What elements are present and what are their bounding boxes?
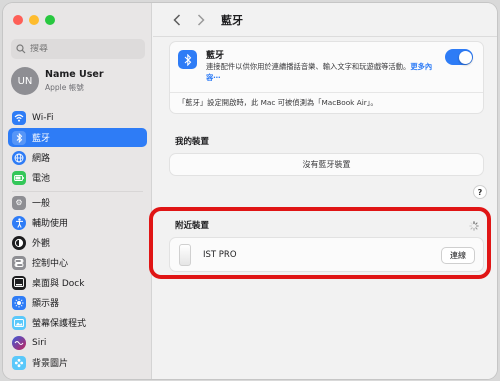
sidebar-item-label: 外觀 — [32, 239, 51, 249]
sidebar-item-control-center[interactable]: 控制中心 — [8, 253, 147, 272]
sidebar-item-battery[interactable]: 電池 — [8, 168, 147, 187]
sidebar-item-label: 背景圖片 — [32, 359, 69, 369]
sidebar-item-general[interactable]: ⚙ 一般 — [8, 193, 147, 212]
my-devices-card: 沒有藍牙裝置 — [169, 153, 484, 176]
zoom-window-button[interactable] — [45, 15, 55, 25]
bluetooth-description: 連接配件以供你用於連續播話音樂、輸入文字和玩遊戲等活動。更多內容⋯ — [206, 61, 446, 83]
my-devices-label: 我的裝置 — [175, 137, 210, 147]
dock-icon — [12, 275, 26, 290]
control-center-icon — [12, 255, 26, 270]
bluetooth-card: 藍牙 連接配件以供你用於連續播話音樂、輸入文字和玩遊戲等活動。更多內容⋯ 「藍牙… — [169, 41, 484, 114]
forward-button[interactable] — [193, 12, 209, 28]
main-pane: 藍牙 藍牙 連接配件以供你用於連續播話音樂、輸入文字和玩遊戲等活動。更多內容⋯ … — [153, 3, 497, 379]
globe-icon — [12, 150, 26, 165]
sidebar-item-displays[interactable]: 顯示器 — [8, 293, 147, 312]
user-subtitle: Apple 帳號 — [45, 83, 84, 92]
connect-button[interactable]: 連線 — [441, 247, 475, 264]
sidebar-item-label: 輔助使用 — [32, 219, 69, 229]
card-divider — [170, 92, 483, 93]
sidebar-item-label: 桌面與 Dock — [32, 279, 85, 289]
sidebar-item-label: 一般 — [32, 199, 51, 209]
search-icon — [16, 44, 26, 54]
page-title: 藍牙 — [221, 14, 243, 27]
sidebar-item-screensaver[interactable]: 螢幕保護程式 — [8, 313, 147, 332]
sidebar-item-accessibility[interactable]: 輔助使用 — [8, 213, 147, 232]
sidebar-item-label: 顯示器 — [32, 299, 60, 309]
chevron-right-icon — [197, 14, 205, 26]
display-icon — [12, 295, 26, 310]
apple-account[interactable]: UN Name User Apple 帳號 — [11, 67, 104, 95]
wallpaper-icon — [12, 355, 26, 370]
bluetooth-title: 藍牙 — [206, 51, 225, 61]
sidebar-item-wallpaper[interactable]: 背景圖片 — [8, 353, 147, 372]
sidebar-item-label: 螢幕保護程式 — [32, 319, 87, 329]
screensaver-icon — [12, 315, 26, 330]
bluetooth-description-text: 連接配件以供你用於連續播話音樂、輸入文字和玩遊戲等活動。 — [206, 62, 411, 71]
nearby-device-row: IST PRO 連線 — [169, 237, 484, 272]
search-input[interactable] — [30, 44, 130, 54]
sidebar-item-bluetooth[interactable]: 藍牙 — [8, 128, 147, 147]
appearance-icon — [12, 235, 26, 250]
close-window-button[interactable] — [13, 15, 23, 25]
sidebar-divider — [12, 191, 143, 192]
sidebar-item-network[interactable]: 網路 — [8, 148, 147, 167]
bluetooth-toggle[interactable] — [445, 49, 473, 65]
bluetooth-icon — [12, 130, 26, 145]
minimize-window-button[interactable] — [29, 15, 39, 25]
sidebar-item-appearance[interactable]: 外觀 — [8, 233, 147, 252]
sidebar-item-label: 藍牙 — [32, 134, 51, 144]
sidebar-item-label: 網路 — [32, 154, 51, 164]
settings-window: UN Name User Apple 帳號 Wi-Fi 藍牙 — [3, 3, 497, 379]
search-field[interactable] — [11, 39, 145, 59]
sidebar: UN Name User Apple 帳號 Wi-Fi 藍牙 — [3, 3, 152, 379]
battery-icon — [12, 170, 26, 185]
sidebar-item-wifi[interactable]: Wi-Fi — [8, 108, 147, 127]
help-button[interactable]: ? — [473, 185, 487, 199]
sidebar-item-label: Wi-Fi — [32, 112, 54, 123]
sidebar-item-label: Siri — [32, 337, 47, 348]
chevron-left-icon — [173, 14, 181, 26]
accessibility-icon — [12, 215, 26, 230]
gear-icon: ⚙ — [12, 195, 26, 210]
sidebar-item-desktop-dock[interactable]: 桌面與 Dock — [8, 273, 147, 292]
sidebar-group-system: ⚙ 一般 輔助使用 外觀 控制中心 桌面與 Dock 顯示器 螢幕保護程式 Si… — [8, 193, 147, 373]
device-name: IST PRO — [203, 250, 237, 260]
siri-icon — [12, 335, 26, 350]
window-controls — [13, 15, 55, 25]
back-button[interactable] — [169, 12, 185, 28]
toolbar-divider — [153, 36, 497, 37]
sidebar-item-siri[interactable]: Siri — [8, 333, 147, 352]
toggle-knob — [458, 50, 472, 64]
wifi-icon — [12, 110, 26, 125]
no-devices-text: 沒有藍牙裝置 — [302, 160, 351, 169]
avatar: UN — [11, 67, 39, 95]
user-name: Name User — [45, 69, 104, 80]
device-thumbnail-icon — [179, 244, 191, 266]
nearby-devices-label: 附近裝置 — [175, 221, 210, 231]
loading-spinner-icon — [469, 221, 479, 231]
sidebar-item-label: 控制中心 — [32, 259, 69, 269]
sidebar-group-network: Wi-Fi 藍牙 網路 電池 — [8, 108, 147, 197]
bluetooth-icon — [178, 50, 197, 69]
toolbar: 藍牙 — [153, 3, 497, 37]
sidebar-item-label: 電池 — [32, 174, 51, 184]
discoverable-note: 「藍牙」設定開啟時，此 Mac 可被偵測為「MacBook Air」。 — [178, 98, 378, 107]
